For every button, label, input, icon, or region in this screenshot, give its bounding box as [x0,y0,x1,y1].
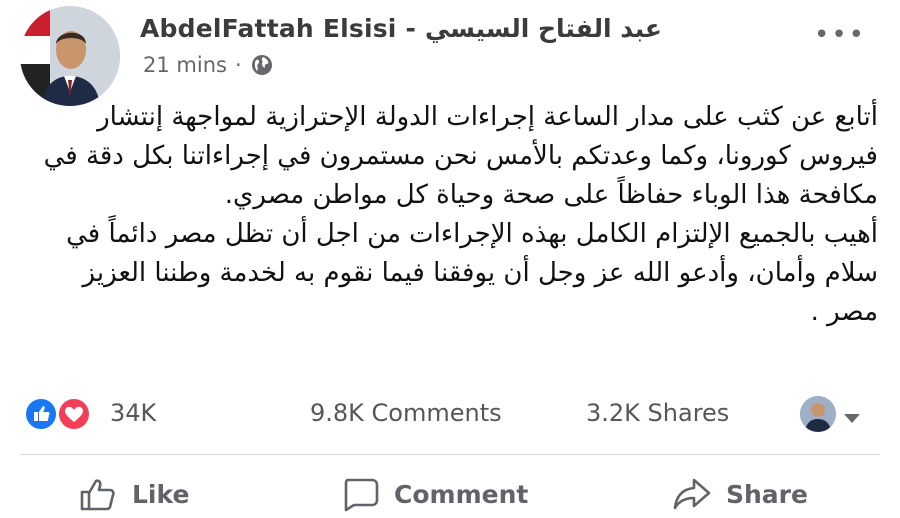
author-name[interactable]: AbdelFattah Elsisi - عبد الفتاح السيسي [140,14,662,43]
like-reaction-icon [24,397,58,431]
post-text: أتابع عن كثب على مدار الساعة إجراءات الد… [30,98,878,332]
chevron-down-icon[interactable] [842,404,862,423]
avatar-portrait [20,6,120,106]
meta-separator: · [234,53,242,77]
post-paragraph: أهيب بالجميع الإلتزام الكامل بهذه الإجرا… [66,219,878,327]
post-meta: 21 mins · [143,53,274,77]
post-timestamp[interactable]: 21 mins [143,53,227,77]
like-label: Like [132,479,190,509]
globe-icon[interactable] [250,53,274,77]
comment-bubble-icon [340,476,380,512]
divider [20,454,880,455]
love-reaction-icon [57,397,91,431]
thumbs-up-icon [78,476,118,512]
share-button[interactable]: Share [672,474,808,514]
shares-count[interactable]: 3.2K Shares [586,399,729,427]
like-button[interactable]: Like [78,474,189,514]
share-label: Share [726,479,808,509]
post-paragraph: أتابع عن كثب على مدار الساعة إجراءات الد… [43,102,878,210]
viewer-avatar-icon[interactable] [800,396,836,432]
comment-button[interactable]: Comment [340,474,528,514]
comment-label: Comment [394,479,529,509]
more-options-button[interactable]: ••• [814,22,866,48]
reactions-count[interactable]: 34K [110,399,156,427]
author-avatar[interactable] [20,6,120,106]
share-arrow-icon [672,476,712,512]
post-stats-bar: 34K 9.8K Comments 3.2K Shares [20,392,880,436]
reaction-icons[interactable] [24,397,100,431]
comments-count[interactable]: 9.8K Comments [310,399,502,427]
